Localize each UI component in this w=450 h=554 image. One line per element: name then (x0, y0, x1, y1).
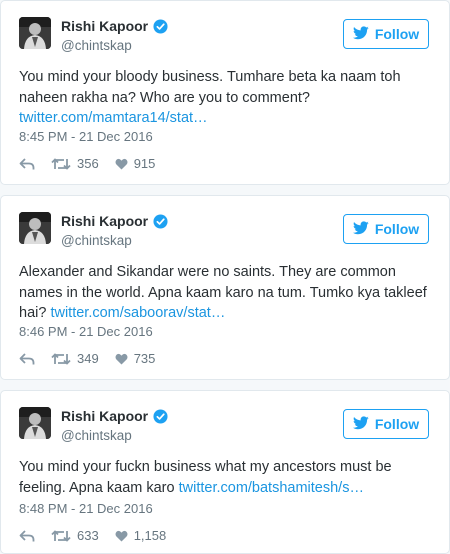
verified-badge-icon (153, 18, 168, 34)
twitter-bird-icon (352, 415, 369, 433)
retweet-button[interactable]: 349 (51, 351, 99, 366)
reply-button[interactable] (19, 157, 35, 171)
heart-icon (115, 353, 128, 365)
like-count: 735 (133, 351, 156, 366)
tweet-card: Rishi Kapoor @chintskap Follow You mind … (0, 0, 450, 185)
twitter-bird-icon (352, 25, 369, 43)
user-handle[interactable]: @chintskap (61, 38, 132, 53)
follow-button[interactable]: Follow (343, 409, 429, 439)
tweet-timestamp[interactable]: 8:45 PM - 21 Dec 2016 (19, 129, 153, 144)
tweet-timestamp[interactable]: 8:46 PM - 21 Dec 2016 (19, 324, 153, 339)
display-name[interactable]: Rishi Kapoor (61, 213, 168, 229)
like-count: 1,158 (133, 528, 167, 543)
heart-icon (115, 158, 128, 170)
tweet-text: You mind your bloody business. Tumhare b… (19, 67, 427, 129)
reply-button[interactable] (19, 529, 35, 543)
reply-icon (19, 529, 35, 543)
retweet-button[interactable]: 633 (51, 528, 99, 543)
retweet-count: 356 (77, 156, 99, 171)
reply-button[interactable] (19, 352, 35, 366)
tweet-link[interactable]: twitter.com/batshamitesh/s… (179, 480, 364, 496)
display-name[interactable]: Rishi Kapoor (61, 408, 168, 424)
tweet-text: Alexander and Sikandar were no saints. T… (19, 262, 427, 324)
display-name-text[interactable]: Rishi Kapoor (61, 408, 148, 424)
like-button[interactable]: 735 (115, 351, 156, 366)
tweet-link[interactable]: twitter.com/saboorav/stat… (50, 305, 225, 321)
follow-label: Follow (374, 26, 420, 42)
reply-icon (19, 352, 35, 366)
tweet-actions: 349 735 (19, 351, 155, 366)
avatar[interactable] (19, 407, 51, 439)
display-name-text[interactable]: Rishi Kapoor (61, 213, 148, 229)
display-name-text[interactable]: Rishi Kapoor (61, 18, 148, 34)
reply-icon (19, 157, 35, 171)
like-count: 915 (133, 156, 156, 171)
retweet-button[interactable]: 356 (51, 156, 99, 171)
twitter-bird-icon (352, 220, 369, 238)
heart-icon (115, 530, 128, 542)
retweet-icon (51, 352, 71, 366)
avatar[interactable] (19, 212, 51, 244)
verified-badge-icon (153, 213, 168, 229)
retweet-count: 349 (77, 351, 99, 366)
tweet-card: Rishi Kapoor @chintskap Follow Alexander… (0, 195, 450, 380)
tweet-text: You mind your fuckn business what my anc… (19, 457, 427, 498)
tweet-actions: 356 915 (19, 156, 155, 171)
follow-label: Follow (374, 221, 420, 237)
tweet-body: You mind your bloody business. Tumhare b… (19, 69, 401, 106)
follow-button[interactable]: Follow (343, 19, 429, 49)
tweet-actions: 633 1,158 (19, 528, 166, 543)
display-name[interactable]: Rishi Kapoor (61, 18, 168, 34)
tweet-card: Rishi Kapoor @chintskap Follow You mind … (0, 390, 450, 554)
tweet-link[interactable]: twitter.com/mamtara14/stat… (19, 110, 208, 126)
like-button[interactable]: 915 (115, 156, 156, 171)
like-button[interactable]: 1,158 (115, 528, 167, 543)
retweet-icon (51, 529, 71, 543)
verified-badge-icon (153, 408, 168, 424)
follow-button[interactable]: Follow (343, 214, 429, 244)
retweet-count: 633 (77, 528, 99, 543)
user-handle[interactable]: @chintskap (61, 233, 132, 248)
retweet-icon (51, 157, 71, 171)
avatar[interactable] (19, 17, 51, 49)
user-handle[interactable]: @chintskap (61, 428, 132, 443)
tweet-timestamp[interactable]: 8:48 PM - 21 Dec 2016 (19, 501, 153, 516)
follow-label: Follow (374, 416, 420, 432)
